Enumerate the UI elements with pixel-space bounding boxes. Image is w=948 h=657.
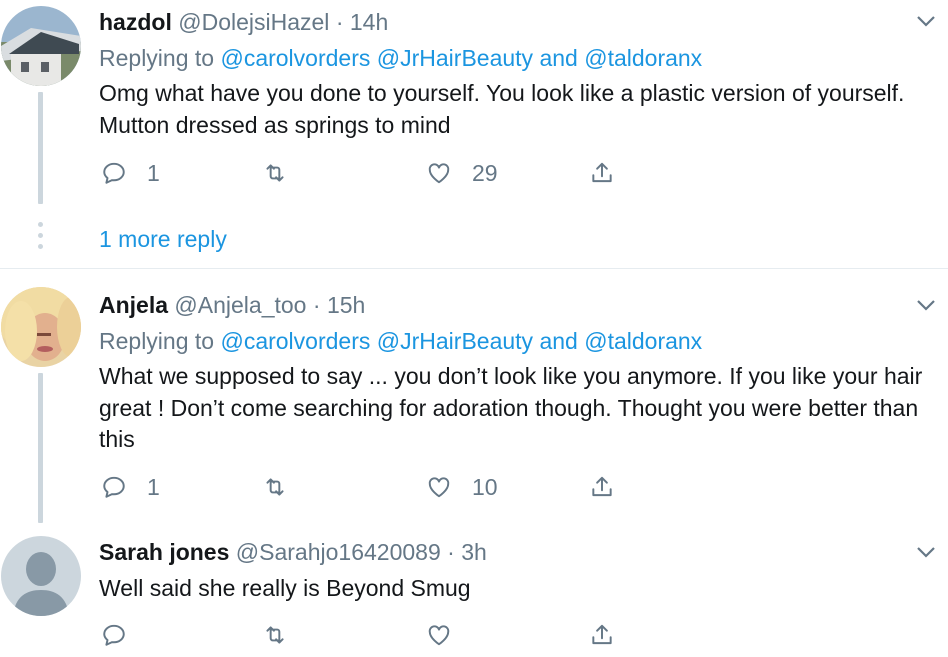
reply-count: 1 [147,159,160,186]
user-handle[interactable]: @DolejsiHazel [178,9,329,35]
replying-to: Replying to @carolvorders @JrHairBeauty … [99,44,702,72]
tweet-header: Sarah jones @Sarahjo16420089 · 3h [99,538,487,566]
replying-prefix: Replying to [99,45,215,71]
thread-line [38,373,43,523]
display-name[interactable]: hazdol [99,9,172,35]
retweet-button[interactable] [262,472,308,502]
mention-link[interactable]: @JrHairBeauty [377,45,533,71]
user-handle[interactable]: @Sarahjo16420089 [236,539,441,565]
display-name[interactable]: Anjela [99,292,168,318]
tweet-hazdol[interactable]: hazdol @DolejsiHazel · 14h Replying to @… [0,0,948,268]
tweet-text: Well said she really is Beyond Smug [99,575,471,601]
reply-button[interactable] [101,620,147,650]
retweet-icon [266,626,284,644]
replying-prefix: Replying to [99,328,215,354]
tweet-text: Omg what have you done to yourself. You … [99,80,905,138]
share-icon [592,624,612,645]
more-replies-link[interactable]: 1 more reply [99,225,227,253]
separator: · [447,539,455,565]
retweet-button[interactable] [262,158,308,188]
reply-count: 1 [147,473,160,500]
separator: · [312,292,321,318]
avatar[interactable] [1,287,81,367]
user-handle[interactable]: @Anjela_too [174,292,306,318]
avatar[interactable] [1,536,81,616]
share-button[interactable] [589,620,615,650]
retweet-button[interactable] [262,620,308,650]
like-icon [428,163,450,184]
replying-and: and [539,45,578,71]
like-button[interactable]: 29 [426,158,498,188]
tweet-header: Anjela @Anjela_too · 15h [99,291,365,319]
avatar[interactable] [1,6,81,86]
tweet-sarah-jones[interactable]: Sarah jones @Sarahjo16420089 · 3h Well s… [0,523,948,657]
reply-icon [103,476,125,498]
like-count: 29 [472,159,498,186]
like-count: 10 [472,473,498,500]
timestamp[interactable]: 14h [350,9,388,35]
reply-button[interactable]: 1 [101,158,160,188]
timestamp[interactable]: 3h [461,539,487,565]
like-button[interactable] [426,620,472,650]
tweet-anjela[interactable]: Anjela @Anjela_too · 15h Replying to @ca… [0,269,948,523]
share-icon [592,476,612,497]
reply-button[interactable]: 1 [101,472,160,502]
mention-link[interactable]: @taldoranx [584,328,702,354]
like-button[interactable]: 10 [426,472,498,502]
replying-and: and [539,328,578,354]
mention-link[interactable]: @taldoranx [584,45,702,71]
thread-dots [38,222,43,255]
reply-icon [103,624,125,646]
retweet-icon [266,478,284,496]
separator: · [335,9,344,35]
chevron-down-icon[interactable] [916,545,936,559]
retweet-icon [266,164,284,182]
tweet-header: hazdol @DolejsiHazel · 14h [99,8,388,36]
tweet-text: What we supposed to say ... you don’t lo… [99,363,923,452]
reply-icon [103,162,125,184]
mention-link[interactable]: @JrHairBeauty [377,328,533,354]
display-name[interactable]: Sarah jones [99,539,229,565]
mention-link[interactable]: @carolvorders [220,45,370,71]
mention-link[interactable]: @carolvorders [220,328,370,354]
replying-to: Replying to @carolvorders @JrHairBeauty … [99,327,702,355]
like-icon [428,477,450,498]
share-button[interactable] [589,472,615,502]
chevron-down-icon[interactable] [916,298,936,312]
timestamp[interactable]: 15h [327,292,365,318]
thread-line [38,92,43,204]
chevron-down-icon[interactable] [916,14,936,28]
share-icon [592,162,612,183]
like-icon [428,625,450,646]
share-button[interactable] [589,158,615,188]
